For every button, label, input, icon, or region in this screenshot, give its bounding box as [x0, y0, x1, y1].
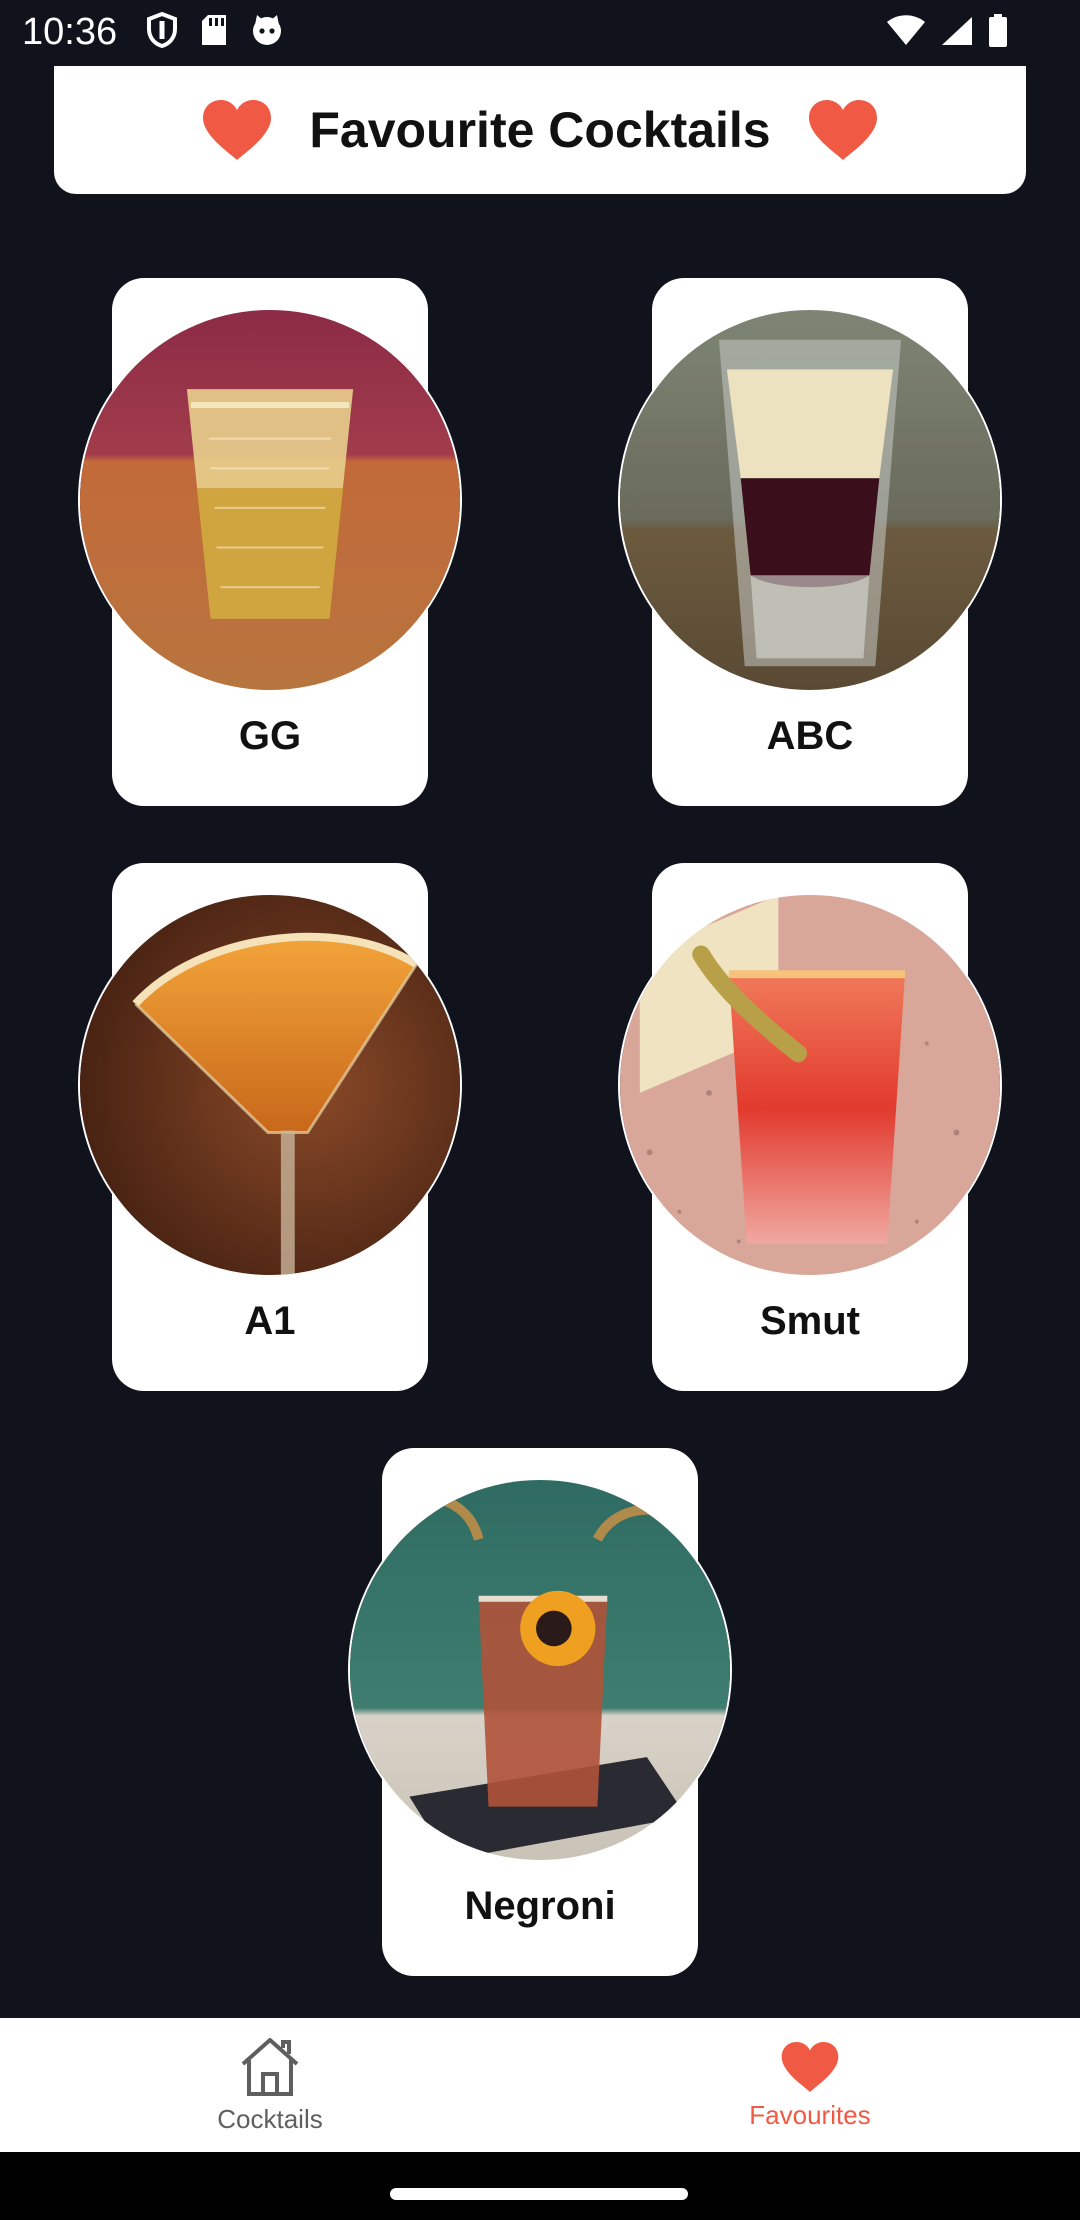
- cocktail-name: A1: [244, 1299, 296, 1343]
- home-gesture-bar[interactable]: [390, 2188, 688, 2200]
- cocktail-image: [618, 893, 1002, 1277]
- system-gesture-area: [0, 2152, 1080, 2220]
- nav-item-cocktails[interactable]: Cocktails: [0, 2018, 540, 2152]
- cocktail-card-a1[interactable]: A1: [78, 863, 462, 1391]
- cocktail-image: [78, 893, 462, 1277]
- home-icon: [237, 2036, 303, 2098]
- sd-card-icon: [200, 13, 228, 47]
- heart-icon: [780, 2040, 840, 2094]
- cocktail-card-gg[interactable]: GG: [78, 278, 462, 806]
- cat-face-icon: [250, 13, 284, 47]
- page-title: Favourite Cocktails: [309, 102, 771, 158]
- status-system-icons: [886, 14, 1008, 48]
- cocktail-image: [348, 1478, 732, 1862]
- status-time: 10:36: [22, 11, 118, 53]
- shield-icon: [146, 12, 178, 48]
- battery-icon: [988, 14, 1008, 48]
- cocktail-card-abc[interactable]: ABC: [618, 278, 1002, 806]
- cocktail-image: [618, 308, 1002, 692]
- nav-item-favourites[interactable]: Favourites: [540, 2018, 1080, 2152]
- cocktail-card-smut[interactable]: Smut: [618, 863, 1002, 1391]
- heart-icon: [807, 98, 879, 162]
- nav-label: Favourites: [749, 2099, 871, 2130]
- cocktail-card-negroni[interactable]: Negroni: [348, 1448, 732, 1976]
- heart-icon: [201, 98, 273, 162]
- cocktail-image: [78, 308, 462, 692]
- nav-label: Cocktails: [217, 2103, 323, 2134]
- cocktail-name: GG: [238, 714, 302, 758]
- signal-icon: [940, 15, 974, 47]
- status-bar: 10:36: [0, 0, 1080, 64]
- bottom-navigation: Cocktails Favourites: [0, 2018, 1080, 2152]
- cocktail-name: ABC: [766, 714, 854, 758]
- cocktail-name: Negroni: [464, 1884, 616, 1928]
- header-bar: Favourite Cocktails: [54, 66, 1026, 194]
- wifi-icon: [886, 15, 926, 47]
- status-notification-icons: [146, 12, 284, 48]
- cocktail-name: Smut: [760, 1299, 860, 1343]
